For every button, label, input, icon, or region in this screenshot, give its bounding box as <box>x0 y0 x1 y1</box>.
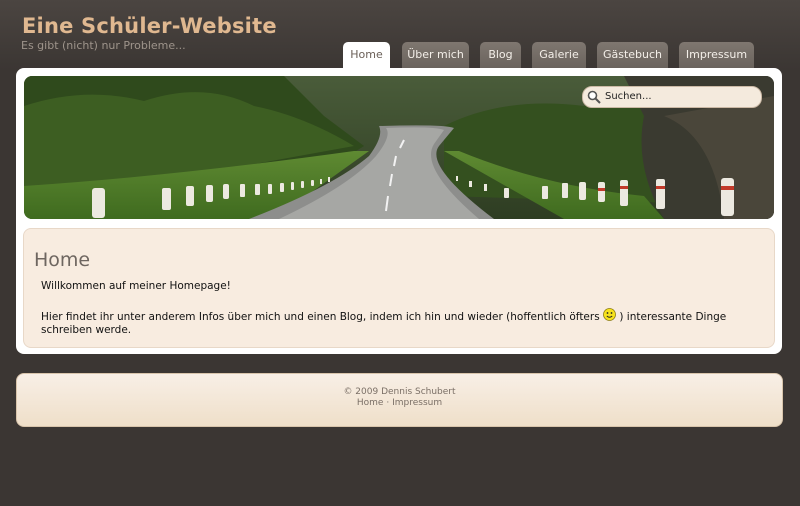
tab-home[interactable]: Home <box>343 42 390 70</box>
search-input[interactable] <box>605 89 755 104</box>
tab-galerie[interactable]: Galerie <box>532 42 586 68</box>
main-navigation: Home Über mich Blog Galerie Gästebuch Im… <box>0 42 800 70</box>
footer-link-home[interactable]: Home <box>357 398 384 408</box>
footer-links: Home · Impressum <box>17 398 782 408</box>
header-photo-road <box>24 76 774 219</box>
main-panel: Home Willkommen auf meiner Homepage! Hie… <box>16 68 782 354</box>
page-title: Home <box>34 249 91 271</box>
copyright-text: © 2009 Dennis Schubert <box>343 387 456 397</box>
welcome-text: Willkommen auf meiner Homepage! <box>41 280 231 292</box>
tab-blog[interactable]: Blog <box>480 42 521 68</box>
magnifier-icon <box>587 90 601 104</box>
footer-link-impressum[interactable]: Impressum <box>392 398 442 408</box>
intro-paragraph: Hier findet ihr unter anderem Infos über… <box>41 308 756 337</box>
site-title: Eine Schüler-Website <box>22 14 277 38</box>
content-area: Home Willkommen auf meiner Homepage! Hie… <box>23 228 775 348</box>
tab-ueber-mich[interactable]: Über mich <box>402 42 469 68</box>
search-box <box>582 86 762 108</box>
page-footer: © 2009 Dennis Schubert Home · Impressum <box>16 373 783 427</box>
intro-text-start: Hier findet ihr unter anderem Infos über… <box>41 311 604 323</box>
smiley-icon <box>603 308 616 321</box>
tab-gaestebuch[interactable]: Gästebuch <box>597 42 668 68</box>
footer-separator: · <box>386 398 390 408</box>
tab-impressum[interactable]: Impressum <box>679 42 754 68</box>
